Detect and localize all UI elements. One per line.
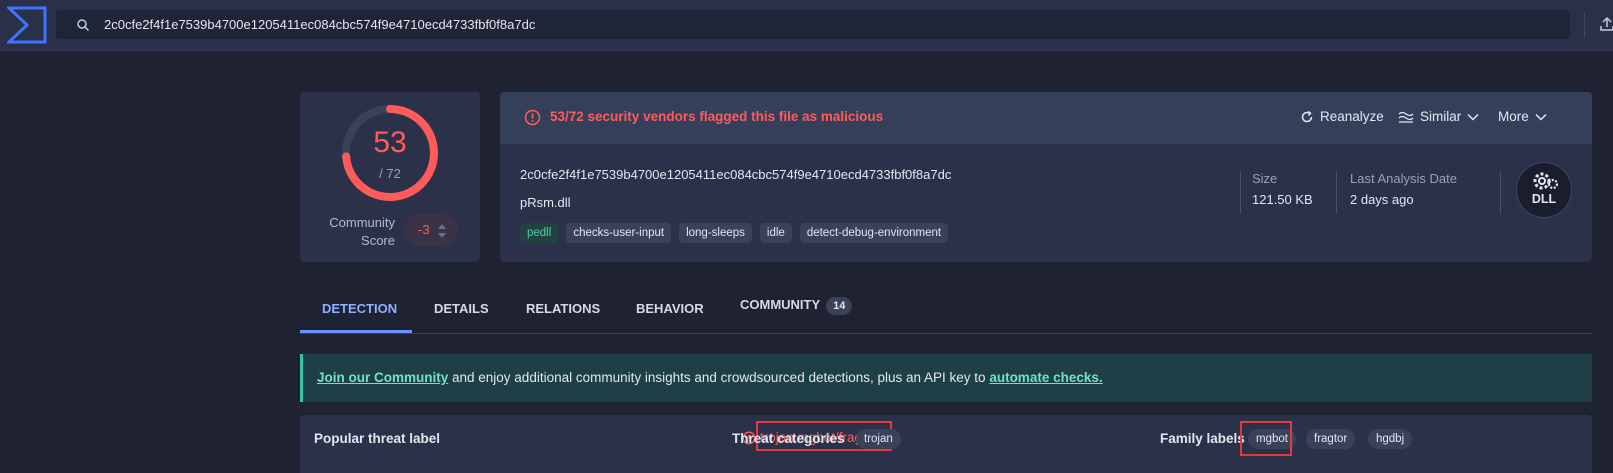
automate-checks-link[interactable]: automate checks. [989, 370, 1102, 385]
tab-behavior[interactable]: BEHAVIOR [636, 301, 704, 316]
last-analysis-value: 2 days ago [1350, 192, 1414, 207]
family-label-pill[interactable]: fragtor [1306, 429, 1356, 449]
community-score-value: -3 [418, 222, 430, 237]
file-type-badge: DLL [1516, 162, 1572, 218]
upload-icon[interactable] [1600, 16, 1613, 32]
size-label: Size [1252, 171, 1278, 186]
detection-count: 53 [373, 126, 407, 159]
tab-relations[interactable]: RELATIONS [526, 301, 600, 316]
threat-categories-label: Threat categories [732, 431, 845, 446]
last-analysis-label: Last Analysis Date [1350, 171, 1457, 186]
file-hash[interactable]: 2c0cfe2f4f1e7539b4700e1205411ec084cbc574… [520, 167, 951, 182]
more-button[interactable]: More [1498, 109, 1547, 124]
reanalyze-label: Reanalyze [1320, 109, 1384, 124]
more-label: More [1498, 109, 1529, 124]
tab-details[interactable]: DETAILS [434, 301, 489, 316]
meta-divider [1336, 172, 1337, 214]
tag-item[interactable]: pedll [520, 223, 559, 243]
threat-category-pill[interactable]: trojan [856, 429, 901, 449]
meta-divider [1500, 172, 1501, 214]
top-bar [0, 0, 1613, 51]
threat-summary: Popular threat label trojan.mgbot/fragto… [300, 415, 1592, 473]
search-icon [77, 19, 90, 32]
file-info-card: 53/72 security vendors flagged this file… [500, 92, 1592, 262]
tag-item[interactable]: idle [759, 223, 792, 243]
vote-down-icon[interactable] [438, 233, 446, 238]
meta-divider [1240, 172, 1241, 214]
join-community-link[interactable]: Join our Community [317, 370, 448, 385]
banner-text: Join our Community and enjoy additional … [317, 370, 1103, 385]
similar-button[interactable]: Similar [1398, 109, 1479, 124]
tab-community-label: COMMUNITY [740, 297, 821, 312]
search-input[interactable] [104, 10, 1560, 39]
file-type-label: DLL [1531, 192, 1557, 206]
file-tags: pedll checks-user-input long-sleeps idle… [520, 223, 949, 243]
banner-middle-text: and enjoy additional community insights … [448, 370, 990, 385]
highlight-box [1240, 421, 1292, 456]
similar-icon [1398, 111, 1414, 123]
malicious-alert-text: 53/72 security vendors flagged this file… [550, 109, 884, 124]
community-score-control[interactable]: -3 [404, 214, 458, 246]
file-alert-header: 53/72 security vendors flagged this file… [500, 92, 1592, 144]
toolbar-divider [1584, 12, 1585, 38]
tag-item[interactable]: detect-debug-environment [799, 223, 949, 243]
virustotal-logo-icon[interactable] [7, 6, 47, 44]
size-value: 121.50 KB [1252, 192, 1313, 207]
community-score-label: Community Score [329, 215, 395, 248]
community-count-badge: 14 [826, 297, 853, 315]
report-tabs: DETECTION DETAILS RELATIONS BEHAVIOR COM… [300, 291, 1592, 334]
active-tab-indicator [300, 330, 412, 333]
detection-score-card: 53 / 72 Community Score -3 [300, 92, 480, 262]
tag-item[interactable]: checks-user-input [566, 223, 672, 243]
tab-community[interactable]: COMMUNITY 14 [740, 297, 853, 315]
community-banner: Join our Community and enjoy additional … [300, 354, 1592, 402]
refresh-icon [1301, 110, 1313, 122]
detection-total: / 72 [379, 166, 401, 181]
chevron-down-icon [1467, 113, 1479, 121]
gear-icon [1533, 172, 1559, 190]
family-labels-label: Family labels [1160, 431, 1245, 446]
reanalyze-button[interactable]: Reanalyze [1300, 109, 1384, 124]
file-name: pRsm.dll [520, 195, 571, 210]
search-bar[interactable] [56, 10, 1570, 39]
chevron-down-icon [1535, 113, 1547, 121]
similar-label: Similar [1420, 109, 1462, 124]
alert-circle-icon [524, 109, 541, 126]
tag-item[interactable]: long-sleeps [679, 223, 752, 243]
vote-up-icon[interactable] [438, 224, 446, 229]
family-label-pill[interactable]: hgdbj [1368, 429, 1413, 449]
popular-threat-label: Popular threat label [314, 431, 441, 446]
tab-detection[interactable]: DETECTION [322, 301, 397, 316]
